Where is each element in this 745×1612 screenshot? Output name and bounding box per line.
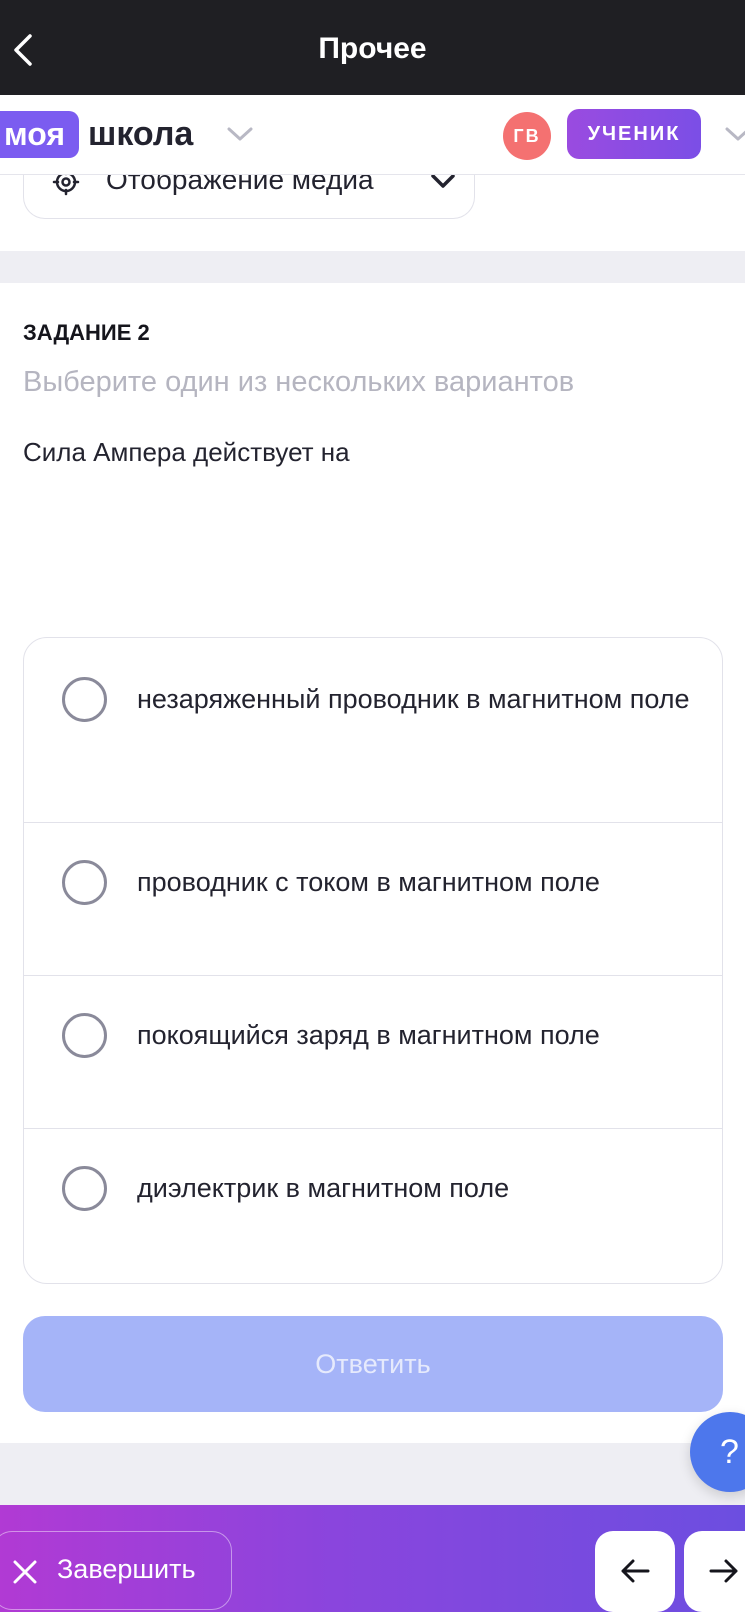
app-header: моя школа ГВ УЧЕНИК <box>0 95 745 175</box>
radio-button[interactable] <box>62 1166 107 1211</box>
arrow-left-icon <box>621 1559 650 1583</box>
next-button[interactable] <box>684 1531 745 1612</box>
page-title: Прочее <box>318 32 427 65</box>
arrow-right-icon <box>709 1559 738 1583</box>
answer-option[interactable]: покоящийся заряд в магнитном поле <box>24 976 722 1129</box>
top-bar: Прочее <box>0 0 745 95</box>
answer-option-label: диэлектрик в магнитном поле <box>137 1173 510 1203</box>
radio-button[interactable] <box>62 677 107 722</box>
bottom-action-bar: Завершить <box>0 1505 745 1612</box>
task-question: Сила Ампера действует на <box>23 437 350 467</box>
radio-button[interactable] <box>62 1013 107 1058</box>
chevron-down-icon[interactable] <box>724 125 745 143</box>
finish-button[interactable]: Завершить <box>0 1531 232 1610</box>
finish-label: Завершить <box>57 1554 196 1584</box>
logo-text[interactable]: школа <box>88 111 193 158</box>
answer-option[interactable]: проводник с током в магнитном поле <box>24 823 722 976</box>
close-icon <box>13 1560 37 1584</box>
role-badge[interactable]: УЧЕНИК <box>567 109 701 159</box>
logo-badge[interactable]: моя <box>0 111 80 158</box>
task-number: ЗАДАНИЕ 2 <box>23 320 150 345</box>
task-hint: Выберите один из нескольких вариантов <box>23 366 575 398</box>
answer-options: незаряженный проводник в магнитном поле … <box>23 637 723 1284</box>
chevron-down-icon[interactable] <box>226 125 254 143</box>
answer-option-label: проводник с током в магнитном поле <box>137 867 600 897</box>
answer-option[interactable]: диэлектрик в магнитном поле <box>24 1129 722 1283</box>
submit-answer-button[interactable]: Ответить <box>23 1316 723 1412</box>
previous-button[interactable] <box>595 1531 675 1612</box>
task-card: ЗАДАНИЕ 2 Выберите один из нескольких ва… <box>0 283 745 1443</box>
answer-option[interactable]: незаряженный проводник в магнитном поле <box>24 638 722 823</box>
answer-option-label: незаряженный проводник в магнитном поле <box>137 684 690 714</box>
radio-button[interactable] <box>62 860 107 905</box>
avatar[interactable]: ГВ <box>503 112 551 160</box>
answer-option-label: покоящийся заряд в магнитном поле <box>137 1020 600 1050</box>
